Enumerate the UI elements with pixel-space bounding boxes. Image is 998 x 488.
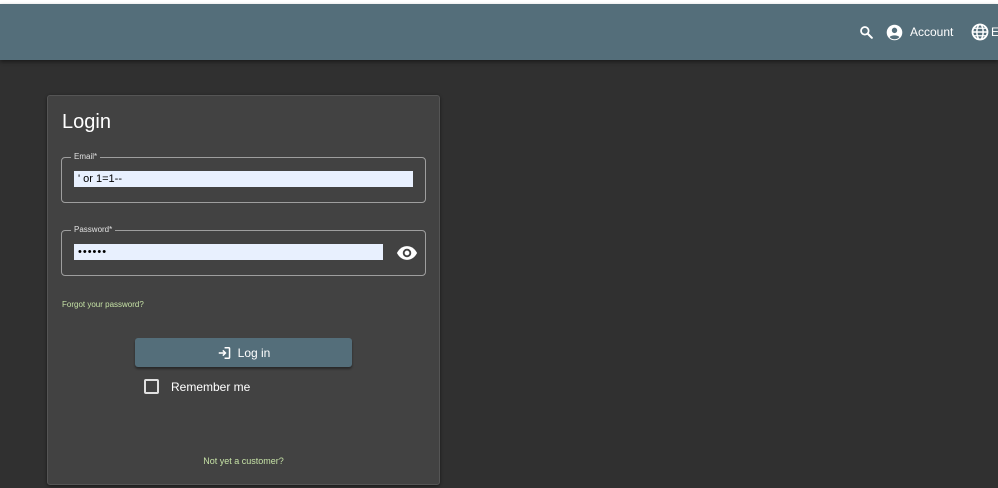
login-title: Login: [62, 111, 111, 133]
page: Account E Login Email* Password*: [0, 0, 998, 488]
password-label: Password*: [71, 225, 116, 235]
login-icon: [217, 346, 231, 360]
language-button[interactable]: E: [971, 4, 998, 60]
search-button[interactable]: [859, 4, 879, 60]
register-link[interactable]: Not yet a customer?: [48, 456, 439, 466]
email-input[interactable]: [74, 171, 413, 187]
checkbox-box[interactable]: [144, 379, 159, 394]
login-button[interactable]: Log in: [135, 338, 352, 367]
forgot-password-link[interactable]: Forgot your password?: [62, 300, 144, 309]
remember-me-checkbox[interactable]: Remember me: [144, 379, 250, 394]
email-label: Email*: [71, 152, 101, 162]
login-button-label: Log in: [237, 345, 271, 360]
eye-icon: [396, 246, 418, 260]
search-icon: [860, 26, 873, 39]
password-field: Password*: [61, 225, 426, 276]
account-button[interactable]: Account: [886, 4, 953, 60]
password-input[interactable]: [74, 244, 383, 260]
toggle-password-visibility-button[interactable]: [396, 243, 418, 263]
account-label: Account: [910, 25, 954, 39]
email-field: Email*: [61, 152, 426, 203]
top-toolbar: Account E: [0, 4, 998, 60]
account-circle-icon: [886, 24, 903, 40]
remember-me-label: Remember me: [171, 379, 251, 394]
login-card: Login Email* Password* Forgot your passw…: [47, 95, 440, 485]
globe-icon: [971, 23, 989, 41]
language-label: E: [991, 25, 998, 39]
